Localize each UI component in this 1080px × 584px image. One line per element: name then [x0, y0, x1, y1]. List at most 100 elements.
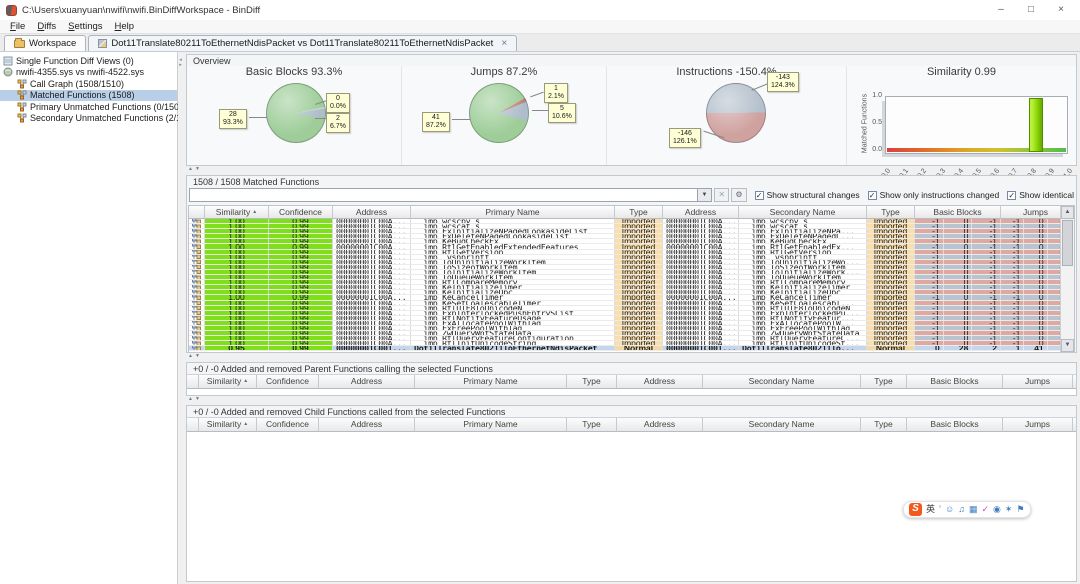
- header-address-secondary[interactable]: Address: [617, 375, 703, 389]
- header-type-secondary[interactable]: Type: [867, 206, 915, 219]
- voice-input-icon[interactable]: ♫: [958, 503, 965, 516]
- filter-combobox[interactable]: ▼: [189, 188, 712, 202]
- parents-splitter[interactable]: ▲ ▼: [183, 353, 1080, 360]
- combo-dropdown-icon[interactable]: ▼: [697, 189, 711, 201]
- tree-item-primary-unmatched[interactable]: Primary Unmatched Functions (0/1508): [0, 101, 177, 113]
- menu-diffs[interactable]: Diffs: [31, 21, 62, 32]
- header-similarity[interactable]: Similarity▲: [205, 206, 269, 219]
- checkbox-checked-icon[interactable]: ✓: [755, 191, 764, 200]
- menu-help[interactable]: Help: [109, 21, 141, 32]
- header-confidence[interactable]: Confidence: [257, 375, 319, 389]
- search-icon[interactable]: ◉: [993, 503, 1001, 516]
- header-address-primary[interactable]: Address: [319, 375, 415, 389]
- scroll-down-icon[interactable]: ▼: [1061, 339, 1074, 352]
- toolbox-icon[interactable]: ✶: [1005, 503, 1013, 516]
- collapse-down-icon[interactable]: ▼: [195, 354, 200, 359]
- collapse-up-icon[interactable]: ▲: [188, 167, 193, 172]
- menu-settings[interactable]: Settings: [62, 21, 108, 32]
- header-secondary-name[interactable]: Secondary Name: [739, 206, 867, 219]
- ime-toolbar[interactable]: S 英 ’ ☺ ♫ ▦ ✓ ◉ ✶ ⚑: [903, 501, 1031, 518]
- header-similarity[interactable]: Similarity▲: [199, 375, 257, 389]
- header-type-primary[interactable]: Type: [615, 206, 663, 219]
- chart-basic-blocks: Basic Blocks 93.3% 2893.3% 00.0% 26.7%: [187, 66, 402, 165]
- tab-function-diff[interactable]: Dot11Translate80211ToEthernetNdisPacket …: [88, 35, 517, 51]
- header-type-primary[interactable]: Type: [567, 418, 617, 432]
- basic-blocks-chart-title: Basic Blocks 93.3%: [187, 66, 401, 80]
- header-basic-blocks[interactable]: Basic Blocks: [915, 206, 1001, 219]
- checkbox-instructions-changed[interactable]: ✓ Show only instructions changed: [868, 190, 1000, 200]
- tree-item-matched-functions[interactable]: Matched Functions (1508): [0, 90, 177, 102]
- similarity-cell: 1.00: [205, 290, 269, 294]
- tree-item-call-graph[interactable]: Call Graph (1508/1510): [0, 78, 177, 90]
- header-type-primary[interactable]: Type: [567, 375, 617, 389]
- header-type-secondary[interactable]: Type: [861, 375, 907, 389]
- language-mode-icon[interactable]: 英: [926, 503, 935, 516]
- child-functions-header: Similarity▲ Confidence Address Primary N…: [187, 417, 1076, 432]
- emoji-icon[interactable]: ☺: [945, 503, 954, 516]
- punctuation-icon[interactable]: ’: [939, 503, 941, 516]
- filter-input[interactable]: [190, 189, 697, 201]
- checkbox-structural-changes[interactable]: ✓ Show structural changes: [755, 190, 860, 200]
- expand-right-icon[interactable]: ▸: [179, 63, 182, 67]
- header-basic-blocks[interactable]: Basic Blocks: [907, 418, 1003, 432]
- header-secondary-name[interactable]: Secondary Name: [703, 375, 861, 389]
- confidence-cell: 0.99: [269, 331, 333, 335]
- table-scrollbar[interactable]: ▲ ▼: [1060, 206, 1074, 352]
- filter-settings-button[interactable]: ⚙: [731, 188, 746, 202]
- children-splitter[interactable]: ▲ ▼: [183, 396, 1080, 403]
- tab-workspace[interactable]: Workspace: [4, 35, 86, 51]
- skin-check-icon[interactable]: ✓: [981, 503, 989, 516]
- basic-blocks-cells: 0282: [915, 346, 1001, 350]
- header-confidence[interactable]: Confidence: [257, 418, 319, 432]
- basic-blocks-cells: -10-1: [915, 250, 1001, 254]
- tree-item-secondary-unmatched[interactable]: Secondary Unmatched Functions (2/1510): [0, 113, 177, 125]
- confidence-cell: 0.99: [269, 316, 333, 320]
- app-icon: [6, 5, 17, 16]
- collapse-down-icon[interactable]: ▼: [195, 397, 200, 402]
- settings-icon[interactable]: ⚑: [1016, 503, 1024, 516]
- header-primary-name[interactable]: Primary Name: [415, 418, 567, 432]
- header-confidence[interactable]: Confidence: [269, 206, 333, 219]
- similarity-cell: 0.95: [205, 346, 269, 350]
- checkbox-show-identical[interactable]: ✓ Show identical: [1007, 190, 1074, 200]
- minimize-button[interactable]: –: [986, 1, 1016, 19]
- header-basic-blocks[interactable]: Basic Blocks: [907, 375, 1003, 389]
- child-functions-title: +0 / -0 Added and removed Child Function…: [193, 407, 505, 417]
- checkbox-checked-icon[interactable]: ✓: [868, 191, 877, 200]
- secondary-type-cell: Imported: [867, 285, 915, 289]
- collapse-down-icon[interactable]: ▼: [195, 167, 200, 172]
- header-address-primary[interactable]: Address: [333, 206, 411, 219]
- primary-type-cell: Imported: [615, 341, 663, 345]
- flow-graph-icon: [189, 316, 205, 320]
- header-type-secondary[interactable]: Type: [861, 418, 907, 432]
- soft-keyboard-icon[interactable]: ▦: [969, 503, 978, 516]
- tab-close-icon[interactable]: ×: [501, 38, 507, 49]
- clear-filter-button[interactable]: ✕: [714, 188, 729, 202]
- collapse-up-icon[interactable]: ▲: [188, 397, 193, 402]
- header-jumps[interactable]: Jumps: [1003, 375, 1073, 389]
- maximize-button[interactable]: □: [1016, 1, 1046, 19]
- close-button[interactable]: ×: [1046, 1, 1076, 19]
- similarity-cell: 1.00: [205, 244, 269, 248]
- menu-file[interactable]: File: [4, 21, 31, 32]
- header-secondary-name[interactable]: Secondary Name: [703, 418, 861, 432]
- primary-address-cell: 00000001C00A...: [333, 326, 411, 330]
- secondary-name-cell: __imp_ExFreePoolWithTag: [739, 326, 867, 330]
- scroll-up-icon[interactable]: ▲: [1061, 206, 1074, 219]
- matched-function-row[interactable]: 0.95 0.99 00000001C001... Dot11Translate…: [189, 346, 1070, 351]
- tree-item-single-function-diff-views[interactable]: Single Function Diff Views (0): [0, 55, 177, 67]
- scrollbar-thumb[interactable]: [1062, 220, 1073, 266]
- header-primary-name[interactable]: Primary Name: [411, 206, 615, 219]
- primary-address-cell: 00000001C00A...: [333, 316, 411, 320]
- header-address-secondary[interactable]: Address: [617, 418, 703, 432]
- tree-item-workspace-diff[interactable]: nwifi-4355.sys vs nwifi-4522.sys: [0, 67, 177, 79]
- header-address-secondary[interactable]: Address: [663, 206, 739, 219]
- header-similarity[interactable]: Similarity▲: [199, 418, 257, 432]
- header-jumps[interactable]: Jumps: [1003, 418, 1073, 432]
- header-primary-name[interactable]: Primary Name: [415, 375, 567, 389]
- checkbox-checked-icon[interactable]: ✓: [1007, 191, 1016, 200]
- header-address-primary[interactable]: Address: [319, 418, 415, 432]
- sogou-logo-icon[interactable]: S: [909, 503, 922, 516]
- header-icon-col[interactable]: [189, 206, 205, 219]
- collapse-up-icon[interactable]: ▲: [188, 354, 193, 359]
